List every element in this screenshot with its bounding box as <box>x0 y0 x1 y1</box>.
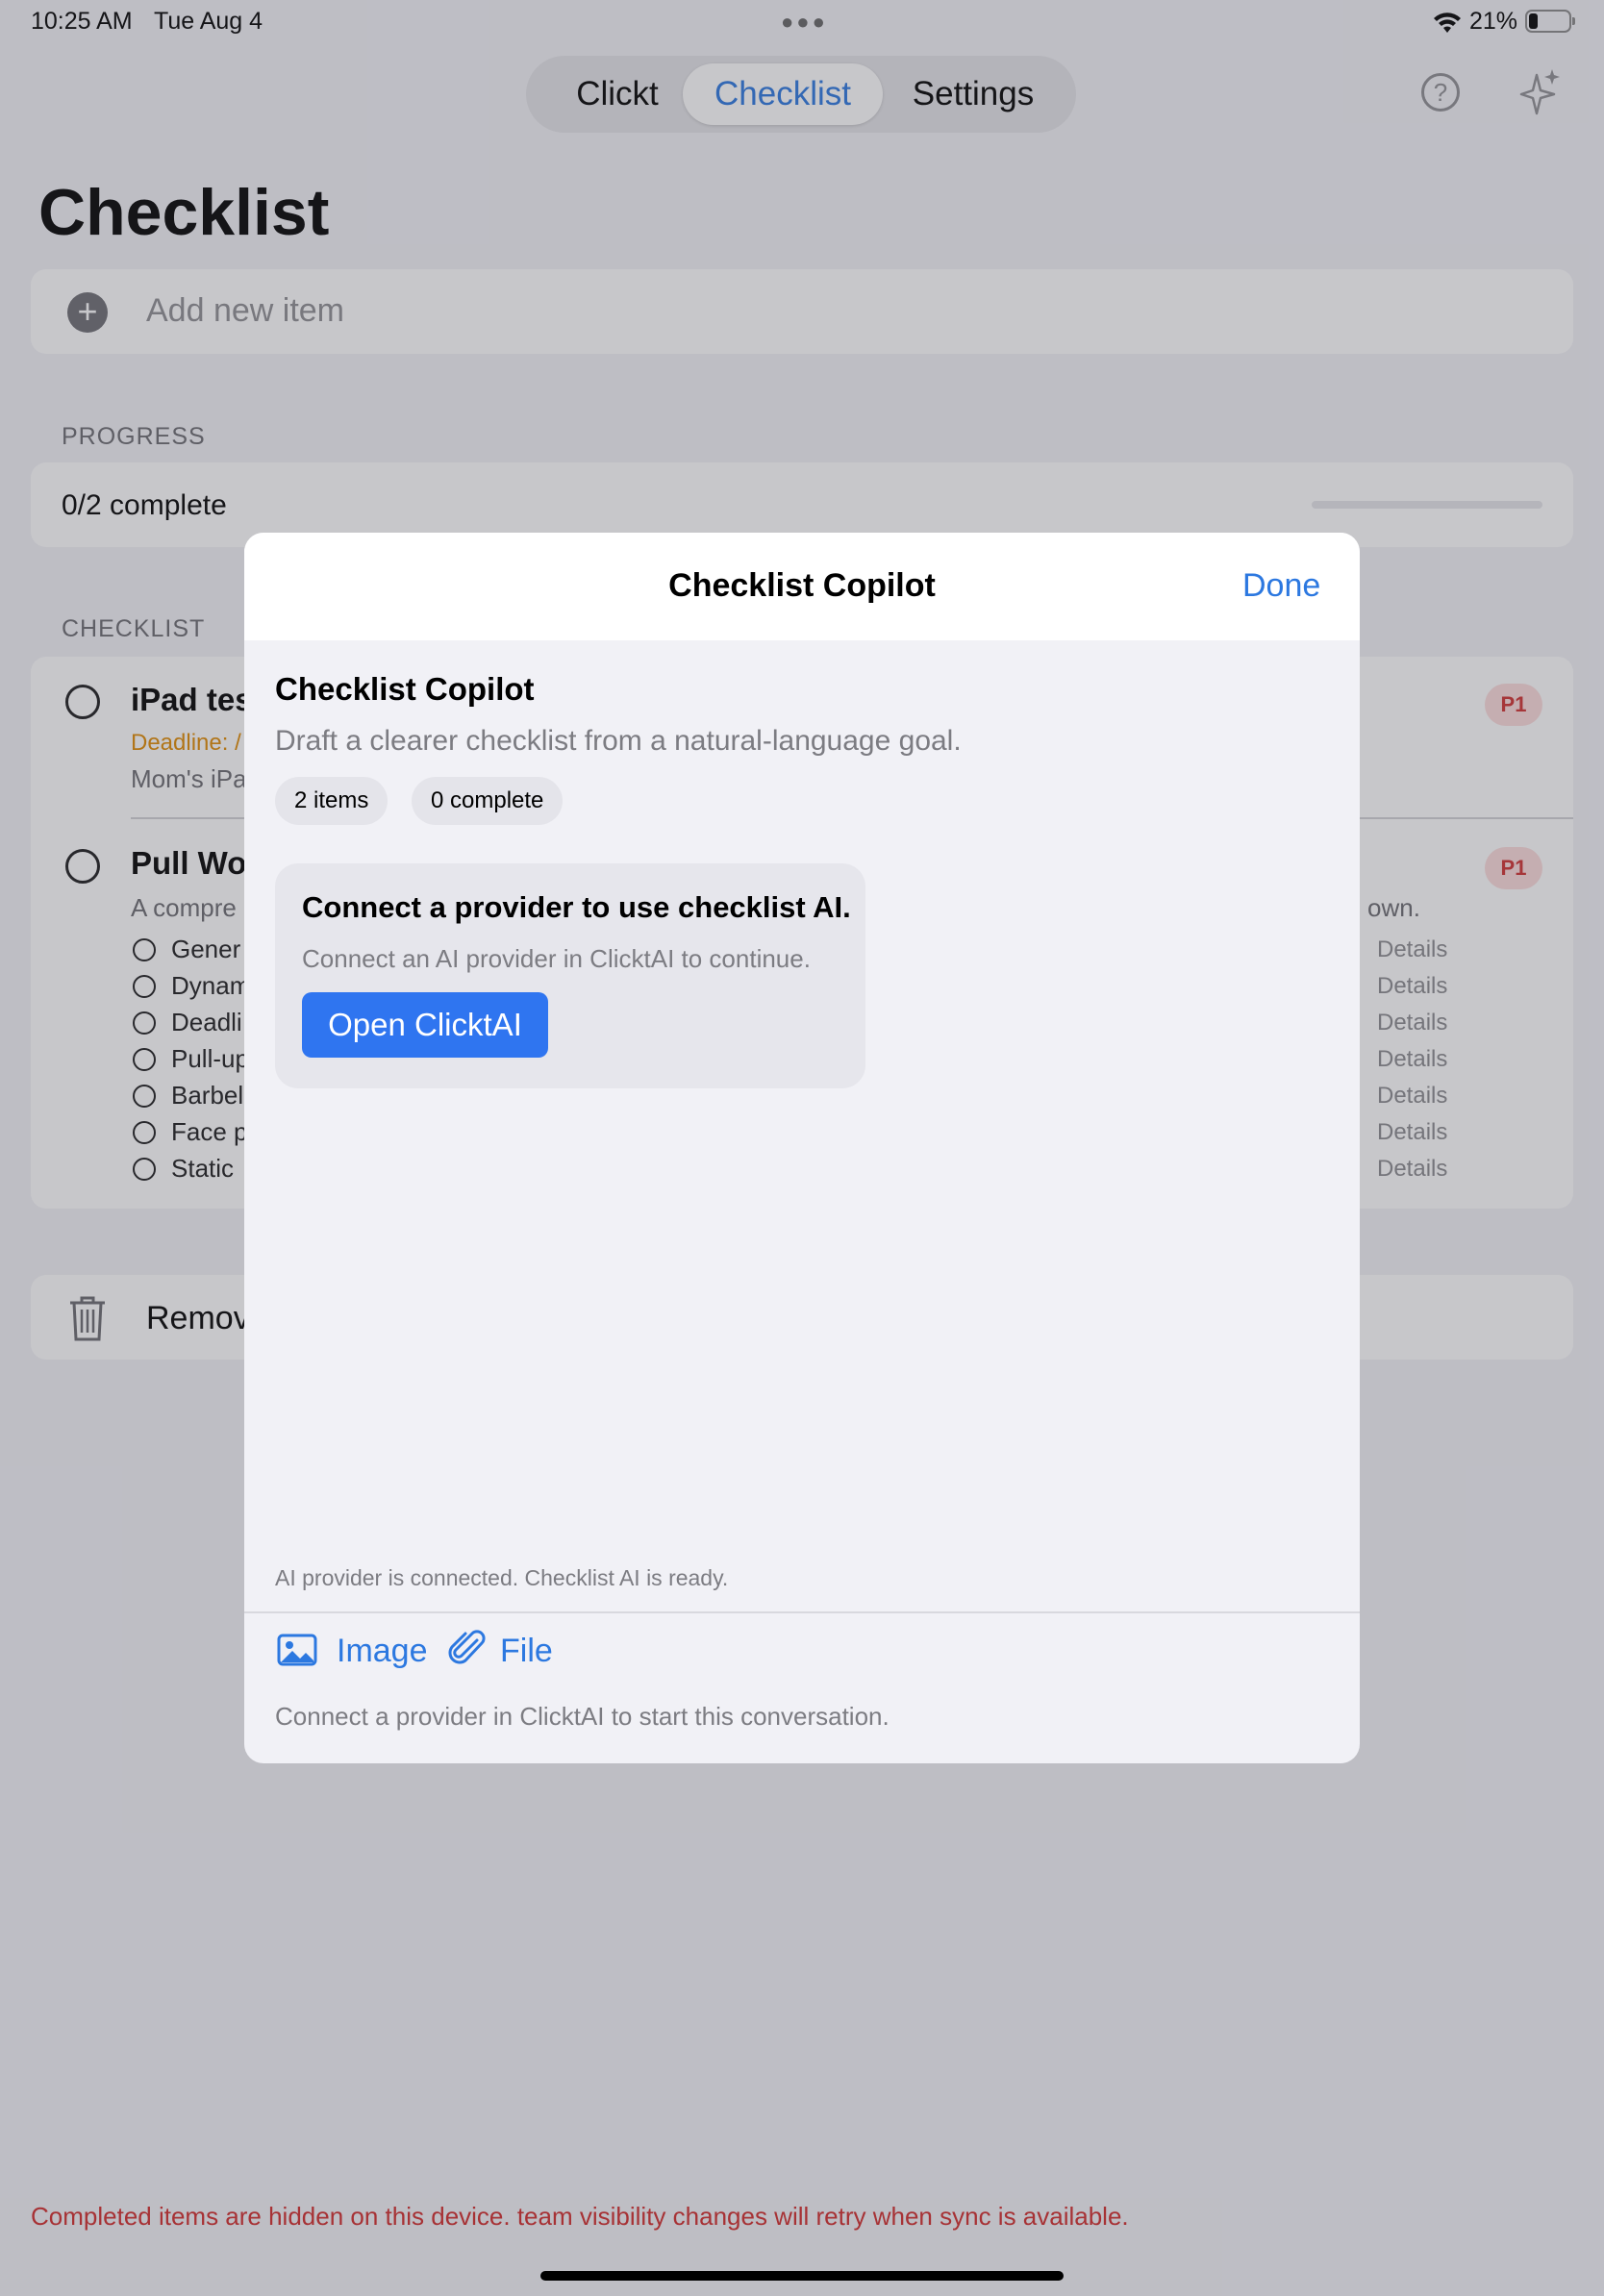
sheet-title: Checklist Copilot <box>668 567 936 604</box>
copilot-sheet: Checklist Copilot Done Checklist Copilot… <box>244 533 1360 1763</box>
divider <box>244 1611 1360 1613</box>
attach-file-button[interactable]: File <box>500 1633 553 1670</box>
provider-card-title: Connect a provider to use checklist AI. <box>302 890 851 924</box>
provider-card: Connect a provider to use checklist AI. … <box>275 863 865 1088</box>
attach-image-button[interactable]: Image <box>337 1633 428 1670</box>
image-icon[interactable] <box>277 1633 317 1667</box>
items-count-chip: 2 items <box>275 777 388 825</box>
sheet-header: Checklist Copilot Done <box>244 533 1360 640</box>
copilot-heading: Checklist Copilot <box>275 671 535 707</box>
home-indicator[interactable] <box>540 2271 1064 2281</box>
ai-status-text: AI provider is connected. Checklist AI i… <box>275 1565 729 1590</box>
paperclip-icon[interactable] <box>448 1629 487 1669</box>
copilot-subtitle: Draft a clearer checklist from a natural… <box>275 725 962 757</box>
provider-card-body: Connect an AI provider in ClicktAI to co… <box>302 944 811 973</box>
composer-hint: Connect a provider in ClicktAI to start … <box>275 1702 890 1731</box>
open-clicktai-button[interactable]: Open ClicktAI <box>302 992 548 1058</box>
done-button[interactable]: Done <box>1242 567 1320 605</box>
complete-count-chip: 0 complete <box>412 777 564 825</box>
